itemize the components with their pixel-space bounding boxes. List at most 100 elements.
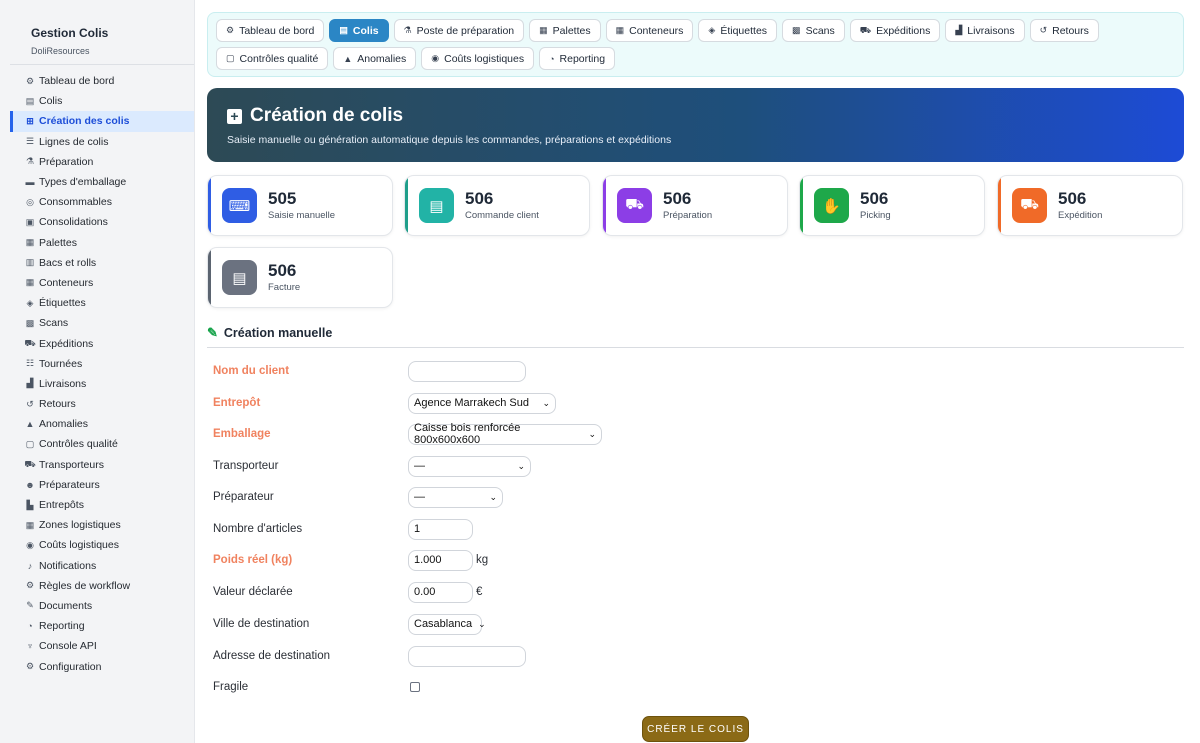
sidebar-item-0[interactable]: ⚙ Tableau de bord	[10, 71, 194, 91]
articles-count-input[interactable]: 1	[408, 518, 473, 540]
client-name-input[interactable]	[408, 360, 526, 382]
tab-icon: ▩	[792, 25, 801, 35]
sidebar-item-13[interactable]: ⛟ Expéditions	[10, 333, 194, 353]
sidebar-item-18[interactable]: ▢ Contrôles qualité	[10, 434, 194, 454]
sidebar-item-icon: ⚗	[25, 156, 35, 167]
sidebar-item-28[interactable]: ♆ Console API	[10, 636, 194, 656]
sidebar-item-label: Bacs et rolls	[39, 256, 97, 269]
stat-icon: ✋	[814, 188, 849, 223]
sidebar-item-4[interactable]: ⚗ Préparation	[10, 152, 194, 172]
tab-icon: ▟	[955, 25, 963, 35]
sidebar-item-label: Tournées	[39, 357, 83, 370]
address-input[interactable]	[408, 645, 526, 667]
tab-row2-0[interactable]: ▢ Contrôles qualité	[216, 47, 329, 70]
chevron-down-icon: ⌄	[588, 428, 596, 439]
sidebar-item-label: Consommables	[39, 196, 112, 209]
sidebar-item-14[interactable]: ☷ Tournées	[10, 354, 194, 374]
sidebar-item-21[interactable]: ▙ Entrepôts	[10, 495, 194, 515]
sidebar-item-label: Livraisons	[39, 377, 87, 390]
sidebar-item-label: Types d'emballage	[39, 176, 127, 189]
tab-row1-1[interactable]: ▤ Colis	[329, 19, 389, 42]
emballage-select[interactable]: Caisse bois renforcée 800x600x600 ⌄	[408, 422, 602, 446]
tab-row1-0[interactable]: ⚙ Tableau de bord	[216, 19, 325, 42]
stat-label: Facture	[268, 282, 301, 293]
sidebar-item-2[interactable]: ⊞ Création des colis	[10, 111, 194, 132]
create-colis-button[interactable]: CRÉER LE COLIS	[642, 716, 749, 742]
sidebar-item-label: Notifications	[39, 559, 97, 572]
plus-square-icon: +	[227, 108, 242, 124]
sidebar-item-icon: ◎	[26, 196, 34, 207]
sidebar-item-icon: ▥	[25, 257, 35, 268]
tab-row2-2[interactable]: ◉ Coûts logistiques	[421, 47, 535, 70]
tab-row1-9[interactable]: ↺ Retours	[1029, 19, 1099, 42]
sidebar-item-3[interactable]: ☰ Lignes de colis	[10, 132, 194, 152]
sidebar-item-7[interactable]: ▣ Consolidations	[10, 212, 194, 232]
tab-row1-2[interactable]: ⚗ Poste de préparation	[393, 19, 525, 42]
page-header: + Création de colis Saisie manuelle ou g…	[207, 88, 1184, 162]
sidebar-item-icon: ▦	[25, 277, 35, 288]
sidebar-item-icon: ☻	[25, 479, 35, 490]
sidebar-item-icon: ⚙	[25, 661, 35, 672]
tab-row2-3[interactable]: ◔ Reporting	[539, 47, 616, 70]
tab-row1-3[interactable]: ▦ Palettes	[529, 19, 601, 42]
sidebar-item-label: Palettes	[39, 236, 77, 249]
sidebar-item-label: Colis	[39, 95, 63, 108]
sidebar-item-15[interactable]: ▟ Livraisons	[10, 374, 194, 394]
stat-value: 506	[268, 261, 297, 280]
sidebar-item-24[interactable]: ♪ Notifications	[10, 556, 194, 576]
stat-label: Expédition	[1058, 210, 1103, 221]
tab-row1-6[interactable]: ▩ Scans	[782, 19, 845, 42]
sidebar-item-1[interactable]: ▤ Colis	[10, 91, 194, 111]
sidebar-item-17[interactable]: ▲ Anomalies	[10, 414, 194, 434]
tab-row1-8[interactable]: ▟ Livraisons	[945, 19, 1025, 42]
sidebar-item-19[interactable]: ⛟ Transporteurs	[10, 455, 194, 475]
poids-label: Poids réel (kg)	[213, 554, 293, 566]
preparateur-select[interactable]: — ⌄	[408, 486, 503, 508]
stat-card: ⛟ 506 Expédition	[997, 175, 1183, 236]
city-select[interactable]: Casablanca ⌄	[408, 613, 486, 635]
sidebar-item-11[interactable]: ◈ Étiquettes	[10, 293, 194, 313]
tab-row1-5[interactable]: ◈ Étiquettes	[698, 19, 778, 42]
weight-input[interactable]: 1.000	[408, 549, 473, 571]
sidebar-item-5[interactable]: ▬ Types d'emballage	[10, 172, 194, 192]
sidebar-item-6[interactable]: ◎ Consommables	[10, 192, 194, 212]
sidebar-item-23[interactable]: ◉ Coûts logistiques	[10, 535, 194, 555]
sidebar-item-icon: ▤	[25, 95, 35, 106]
stat-card: ▤ 506 Facture	[207, 247, 393, 308]
tab-row1-7[interactable]: ⛟ Expéditions	[849, 19, 941, 42]
stat-icon: ⌨	[222, 188, 257, 223]
sidebar-item-22[interactable]: ▦ Zones logistiques	[10, 515, 194, 535]
sidebar-item-20[interactable]: ☻ Préparateurs	[10, 475, 194, 495]
adresse-label: Adresse de destination	[213, 650, 330, 662]
ville-label: Ville de destination	[213, 618, 310, 630]
sidebar-item-icon: ▟	[26, 378, 34, 389]
sidebar-item-25[interactable]: ⚙ Règles de workflow	[10, 576, 194, 596]
module-tabs: ⚙ Tableau de bord ▤ Colis ⚗ Poste de préparat…	[207, 12, 1184, 77]
sidebar-item-icon: ☰	[25, 136, 35, 147]
sidebar-item-icon: ◈	[26, 297, 34, 308]
form-row-transporteur: Transporteur — ⌄	[213, 455, 531, 477]
tab-row1-4[interactable]: ▦ Conteneurs	[605, 19, 694, 42]
transporteur-select[interactable]: — ⌄	[408, 455, 531, 477]
sidebar-item-10[interactable]: ▦ Conteneurs	[10, 273, 194, 293]
sidebar-item-icon: ◔	[27, 621, 33, 632]
tab-label: Poste de préparation	[416, 24, 515, 37]
sidebar-item-9[interactable]: ▥ Bacs et rolls	[10, 253, 194, 273]
entrepot-select[interactable]: Agence Marrakech Sud ⌄	[408, 392, 556, 414]
sidebar-item-26[interactable]: ✎ Documents	[10, 596, 194, 616]
form-row-preparateur: Préparateur — ⌄	[213, 486, 503, 508]
sidebar-item-icon: ♆	[26, 641, 34, 652]
form-row-valeur: Valeur déclarée 0.00 €	[213, 581, 482, 603]
sidebar-item-label: Reporting	[39, 620, 85, 633]
fragile-label: Fragile	[213, 681, 249, 693]
tab-row2-1[interactable]: ▲ Anomalies	[333, 47, 417, 70]
sidebar-item-12[interactable]: ▩ Scans	[10, 313, 194, 333]
sidebar-item-icon: ▢	[25, 438, 35, 449]
fragile-checkbox[interactable]	[410, 682, 420, 692]
sidebar-item-16[interactable]: ↺ Retours	[10, 394, 194, 414]
sidebar-item-29[interactable]: ⚙ Configuration	[10, 656, 194, 676]
sidebar-item-27[interactable]: ◔ Reporting	[10, 616, 194, 636]
declared-value-input[interactable]: 0.00	[408, 581, 473, 603]
emballage-value: Caisse bois renforcée 800x600x600	[414, 422, 521, 446]
sidebar-item-8[interactable]: ▦ Palettes	[10, 233, 194, 253]
